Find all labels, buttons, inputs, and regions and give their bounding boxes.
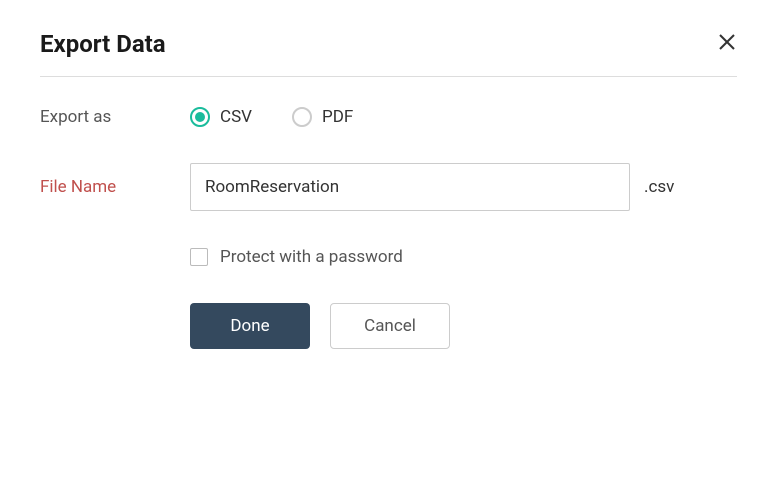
- file-name-input[interactable]: [190, 163, 630, 211]
- cancel-button[interactable]: Cancel: [330, 303, 450, 349]
- dialog-title: Export Data: [40, 30, 166, 58]
- done-button[interactable]: Done: [190, 303, 310, 349]
- export-as-row: Export as CSV PDF: [40, 107, 737, 127]
- protect-password-checkbox[interactable]: [190, 248, 208, 266]
- close-icon: [717, 32, 737, 52]
- radio-csv-label: CSV: [220, 107, 252, 127]
- file-name-label: File Name: [40, 177, 190, 197]
- protect-password-label: Protect with a password: [220, 247, 403, 267]
- radio-unselected-icon: [292, 107, 312, 127]
- export-data-dialog: Export Data Export as CSV PDF: [0, 0, 777, 379]
- file-name-row: File Name .csv: [40, 163, 737, 211]
- file-extension-label: .csv: [644, 177, 674, 197]
- radio-selected-icon: [190, 107, 210, 127]
- protect-password-row: Protect with a password: [190, 247, 737, 267]
- radio-pdf-label: PDF: [322, 107, 353, 127]
- radio-pdf[interactable]: PDF: [292, 107, 353, 127]
- dialog-body: Export as CSV PDF File Name .csv: [40, 77, 737, 349]
- close-button[interactable]: [717, 32, 737, 57]
- dialog-header: Export Data: [40, 30, 737, 77]
- export-format-radio-group: CSV PDF: [190, 107, 353, 127]
- export-as-label: Export as: [40, 107, 190, 127]
- dialog-actions: Done Cancel: [190, 303, 737, 349]
- radio-csv[interactable]: CSV: [190, 107, 252, 127]
